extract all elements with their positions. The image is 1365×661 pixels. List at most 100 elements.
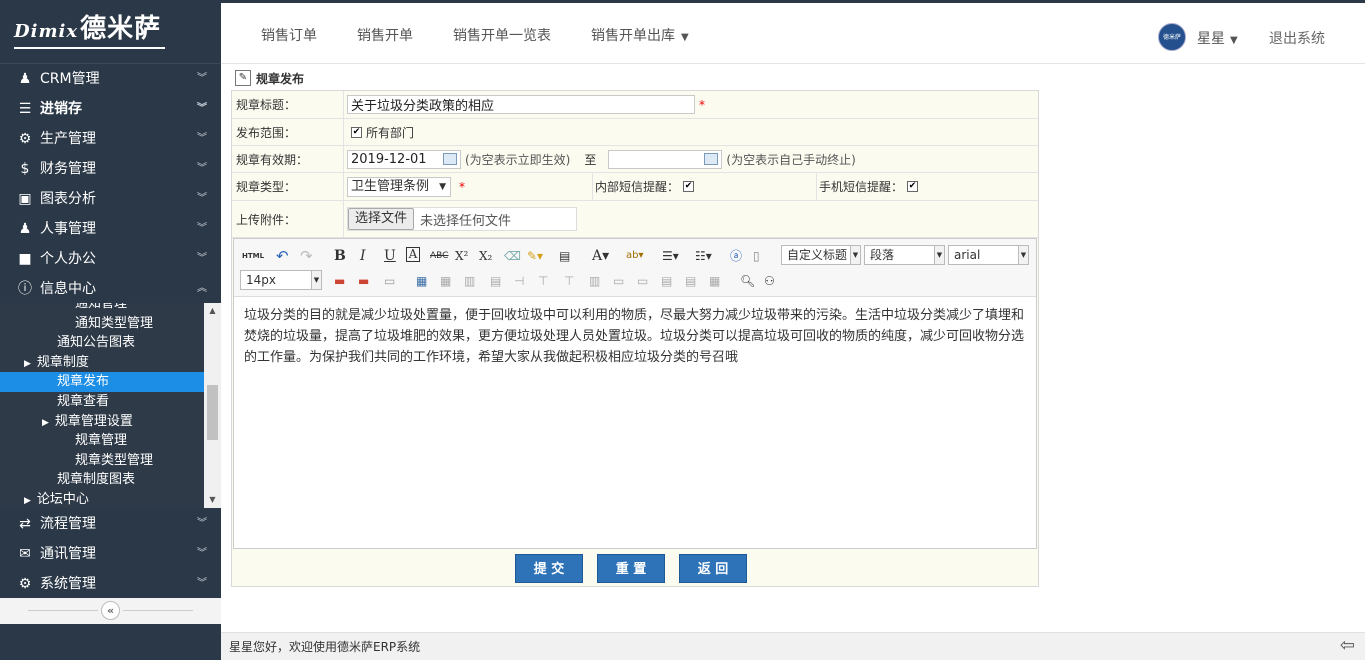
split-cell-icon[interactable]: ⊣ bbox=[514, 272, 524, 290]
sidebar-item-menu_bottom-1[interactable]: ✉ 通讯管理 ︾ bbox=[0, 539, 221, 569]
merge-right-icon[interactable]: ▭ bbox=[613, 272, 624, 290]
file-input[interactable]: 选择文件 未选择任何文件 bbox=[347, 207, 577, 231]
paragraph-select[interactable]: 段落 ▼ bbox=[864, 245, 945, 265]
comments-icon: ✉ bbox=[19, 546, 31, 562]
superscript-icon[interactable]: X² bbox=[455, 247, 468, 265]
delete-col-icon[interactable]: ⊤ bbox=[538, 272, 548, 290]
sidebar-item-menu-7[interactable]: ⓘ 信息中心 ︽ bbox=[0, 274, 221, 304]
submenu-item-0[interactable]: 通知管理 bbox=[0, 303, 204, 314]
paste-text-icon[interactable]: ▤ bbox=[559, 247, 570, 265]
submenu-item-10[interactable]: ▶ 论坛中心 bbox=[0, 490, 204, 508]
internal-sms-checkbox[interactable]: ✔ bbox=[683, 181, 695, 192]
sidebar-item-menu-2[interactable]: ⚙ 生产管理 ︾ bbox=[0, 124, 221, 154]
eraser-icon[interactable]: ⌫ bbox=[504, 247, 521, 265]
submenu-item-5[interactable]: 规章查看 bbox=[0, 392, 204, 412]
submenu-item-2[interactable]: 通知公告图表 bbox=[0, 333, 204, 353]
submenu-item-8[interactable]: 规章类型管理 bbox=[0, 451, 204, 471]
subscript-icon[interactable]: X₂ bbox=[479, 247, 492, 265]
type-select[interactable]: 卫生管理条例 ▼ bbox=[347, 176, 451, 197]
avatar[interactable]: 德米萨 bbox=[1158, 23, 1186, 51]
sidebar-item-menu-1[interactable]: ☰ 进销存 ︾ bbox=[0, 94, 221, 124]
undo-icon[interactable]: ↶ bbox=[276, 247, 289, 265]
heading-select-value: 自定义标题 bbox=[787, 248, 848, 262]
nav-sales-invoice-outbound[interactable]: 销售开单出库 ▼ bbox=[591, 25, 689, 45]
nav-sales-invoice[interactable]: 销售开单 bbox=[357, 25, 413, 45]
sidebar-item-menu-3[interactable]: $ 财务管理 ︾ bbox=[0, 154, 221, 184]
sidebar-item-menu-4[interactable]: ▣ 图表分析 ︾ bbox=[0, 184, 221, 214]
calendar-icon[interactable] bbox=[443, 153, 457, 165]
table-props-icon[interactable]: ▦ bbox=[709, 272, 720, 290]
delete-table-icon[interactable]: ⊤ bbox=[564, 272, 574, 290]
ordered-list-icon[interactable]: ☰▾ bbox=[662, 247, 679, 265]
sidebar-item-menu-5[interactable]: ♟ 人事管理 ︾ bbox=[0, 214, 221, 244]
gear-icon: ⚙ bbox=[18, 576, 32, 592]
back-button[interactable]: 返 回 bbox=[679, 554, 747, 583]
editor-content[interactable]: 垃圾分类的目的就是减少垃圾处置量，便于回收垃圾中可以利用的物质，尽最大努力减少垃… bbox=[244, 305, 1030, 368]
info-icon: ⓘ bbox=[18, 281, 32, 297]
sidebar-item-label: 通讯管理 bbox=[40, 546, 96, 562]
split-cols-icon[interactable]: ▤ bbox=[685, 272, 696, 290]
font-color-icon[interactable]: A▾ bbox=[592, 247, 609, 265]
start-date-hint: (为空表示立即生效) bbox=[465, 152, 571, 167]
insert-table-icon[interactable]: ▦ bbox=[416, 272, 427, 290]
delete-row-icon[interactable]: ▤ bbox=[490, 272, 501, 290]
choose-file-button[interactable]: 选择文件 bbox=[348, 208, 415, 230]
submenu-item-1[interactable]: 通知类型管理 bbox=[0, 314, 204, 334]
scroll-thumb[interactable] bbox=[207, 385, 218, 440]
nav-sales-order[interactable]: 销售订单 bbox=[261, 25, 317, 45]
scope-all-depts-checkbox[interactable]: ✔ bbox=[351, 126, 362, 138]
sidebar-item-menu-0[interactable]: ♟ CRM管理 ︾ bbox=[0, 64, 221, 94]
scroll-down-arrow-icon[interactable]: ▼ bbox=[204, 492, 221, 508]
html-source-button[interactable]: HTML bbox=[242, 247, 264, 265]
insert-col-icon[interactable]: ▥ bbox=[464, 272, 475, 290]
submenu-scrollbar[interactable]: ▲ ▼ bbox=[204, 303, 221, 508]
submenu-item-4[interactable]: 规章发布 bbox=[0, 372, 204, 393]
format-brush-icon[interactable]: ✎▾ bbox=[527, 247, 543, 265]
sidebar-item-menu-6[interactable]: ■ 个人办公 ︾ bbox=[0, 244, 221, 274]
submenu-item-6[interactable]: ▶ 规章管理设置 bbox=[0, 412, 204, 432]
anchor-icon[interactable]: ⓐ bbox=[730, 247, 742, 265]
submenu-item-7[interactable]: 规章管理 bbox=[0, 431, 204, 451]
italic-icon[interactable]: I bbox=[360, 247, 366, 265]
split-rows-icon[interactable]: ▤ bbox=[661, 272, 672, 290]
insert-image-icon[interactable]: ▬ bbox=[334, 272, 345, 290]
font-size-select[interactable]: 14px ▼ bbox=[240, 270, 322, 290]
underline-icon[interactable]: U bbox=[384, 247, 396, 265]
chevron-down-icon: ︾ bbox=[197, 103, 207, 114]
heading-select[interactable]: 自定义标题 ▼ bbox=[781, 245, 861, 265]
insert-multi-image-icon[interactable]: ▬ bbox=[358, 272, 369, 290]
return-arrow-icon[interactable]: ⇦ bbox=[1340, 637, 1355, 655]
search-replace-icon[interactable]: 🔍︎ bbox=[740, 272, 755, 290]
sidebar-collapse-bar: « bbox=[0, 598, 221, 624]
merge-cells-icon[interactable]: ▥ bbox=[589, 272, 600, 290]
collapse-sidebar-button[interactable]: « bbox=[101, 601, 120, 620]
sidebar-item-menu_bottom-2[interactable]: ⚙ 系统管理 ︾ bbox=[0, 569, 221, 599]
insert-file-icon[interactable]: ▭ bbox=[384, 272, 395, 290]
user-menu[interactable]: 星星 ▼ bbox=[1197, 28, 1238, 48]
calendar-icon[interactable] bbox=[704, 153, 719, 165]
insert-row-icon[interactable]: ▦ bbox=[440, 272, 451, 290]
scroll-up-arrow-icon[interactable]: ▲ bbox=[204, 303, 221, 319]
page-break-icon[interactable]: ▯ bbox=[753, 247, 760, 265]
submenu-item-9[interactable]: 规章制度图表 bbox=[0, 470, 204, 490]
user-icon: ♟ bbox=[18, 71, 32, 87]
nav-sales-invoice-list[interactable]: 销售开单一览表 bbox=[453, 25, 551, 45]
strikethrough-icon[interactable]: ABC bbox=[430, 247, 448, 265]
preview-binoculars-icon[interactable]: ⚇ bbox=[764, 272, 775, 290]
sidebar-item-menu_bottom-0[interactable]: ⇄ 流程管理 ︾ bbox=[0, 509, 221, 539]
font-border-icon[interactable]: A bbox=[406, 247, 420, 262]
submenu-item-3[interactable]: ▶ 规章制度 bbox=[0, 353, 204, 373]
merge-down-icon[interactable]: ▭ bbox=[637, 272, 648, 290]
font-select[interactable]: arial ▼ bbox=[948, 245, 1029, 265]
unordered-list-icon[interactable]: ☷▾ bbox=[695, 247, 712, 265]
redo-icon[interactable]: ↷ bbox=[300, 247, 313, 265]
highlight-icon[interactable]: ab▾ bbox=[626, 247, 644, 265]
logo[interactable]: Dimix德米萨 bbox=[0, 0, 221, 64]
bold-icon[interactable]: B bbox=[334, 247, 346, 265]
logout-link[interactable]: 退出系统 bbox=[1269, 28, 1325, 48]
reset-button[interactable]: 重 置 bbox=[597, 554, 665, 583]
submit-button[interactable]: 提 交 bbox=[515, 554, 583, 583]
title-input[interactable] bbox=[347, 95, 695, 114]
mobile-sms-checkbox[interactable]: ✔ bbox=[907, 181, 919, 192]
image-icon: ▣ bbox=[18, 191, 32, 207]
